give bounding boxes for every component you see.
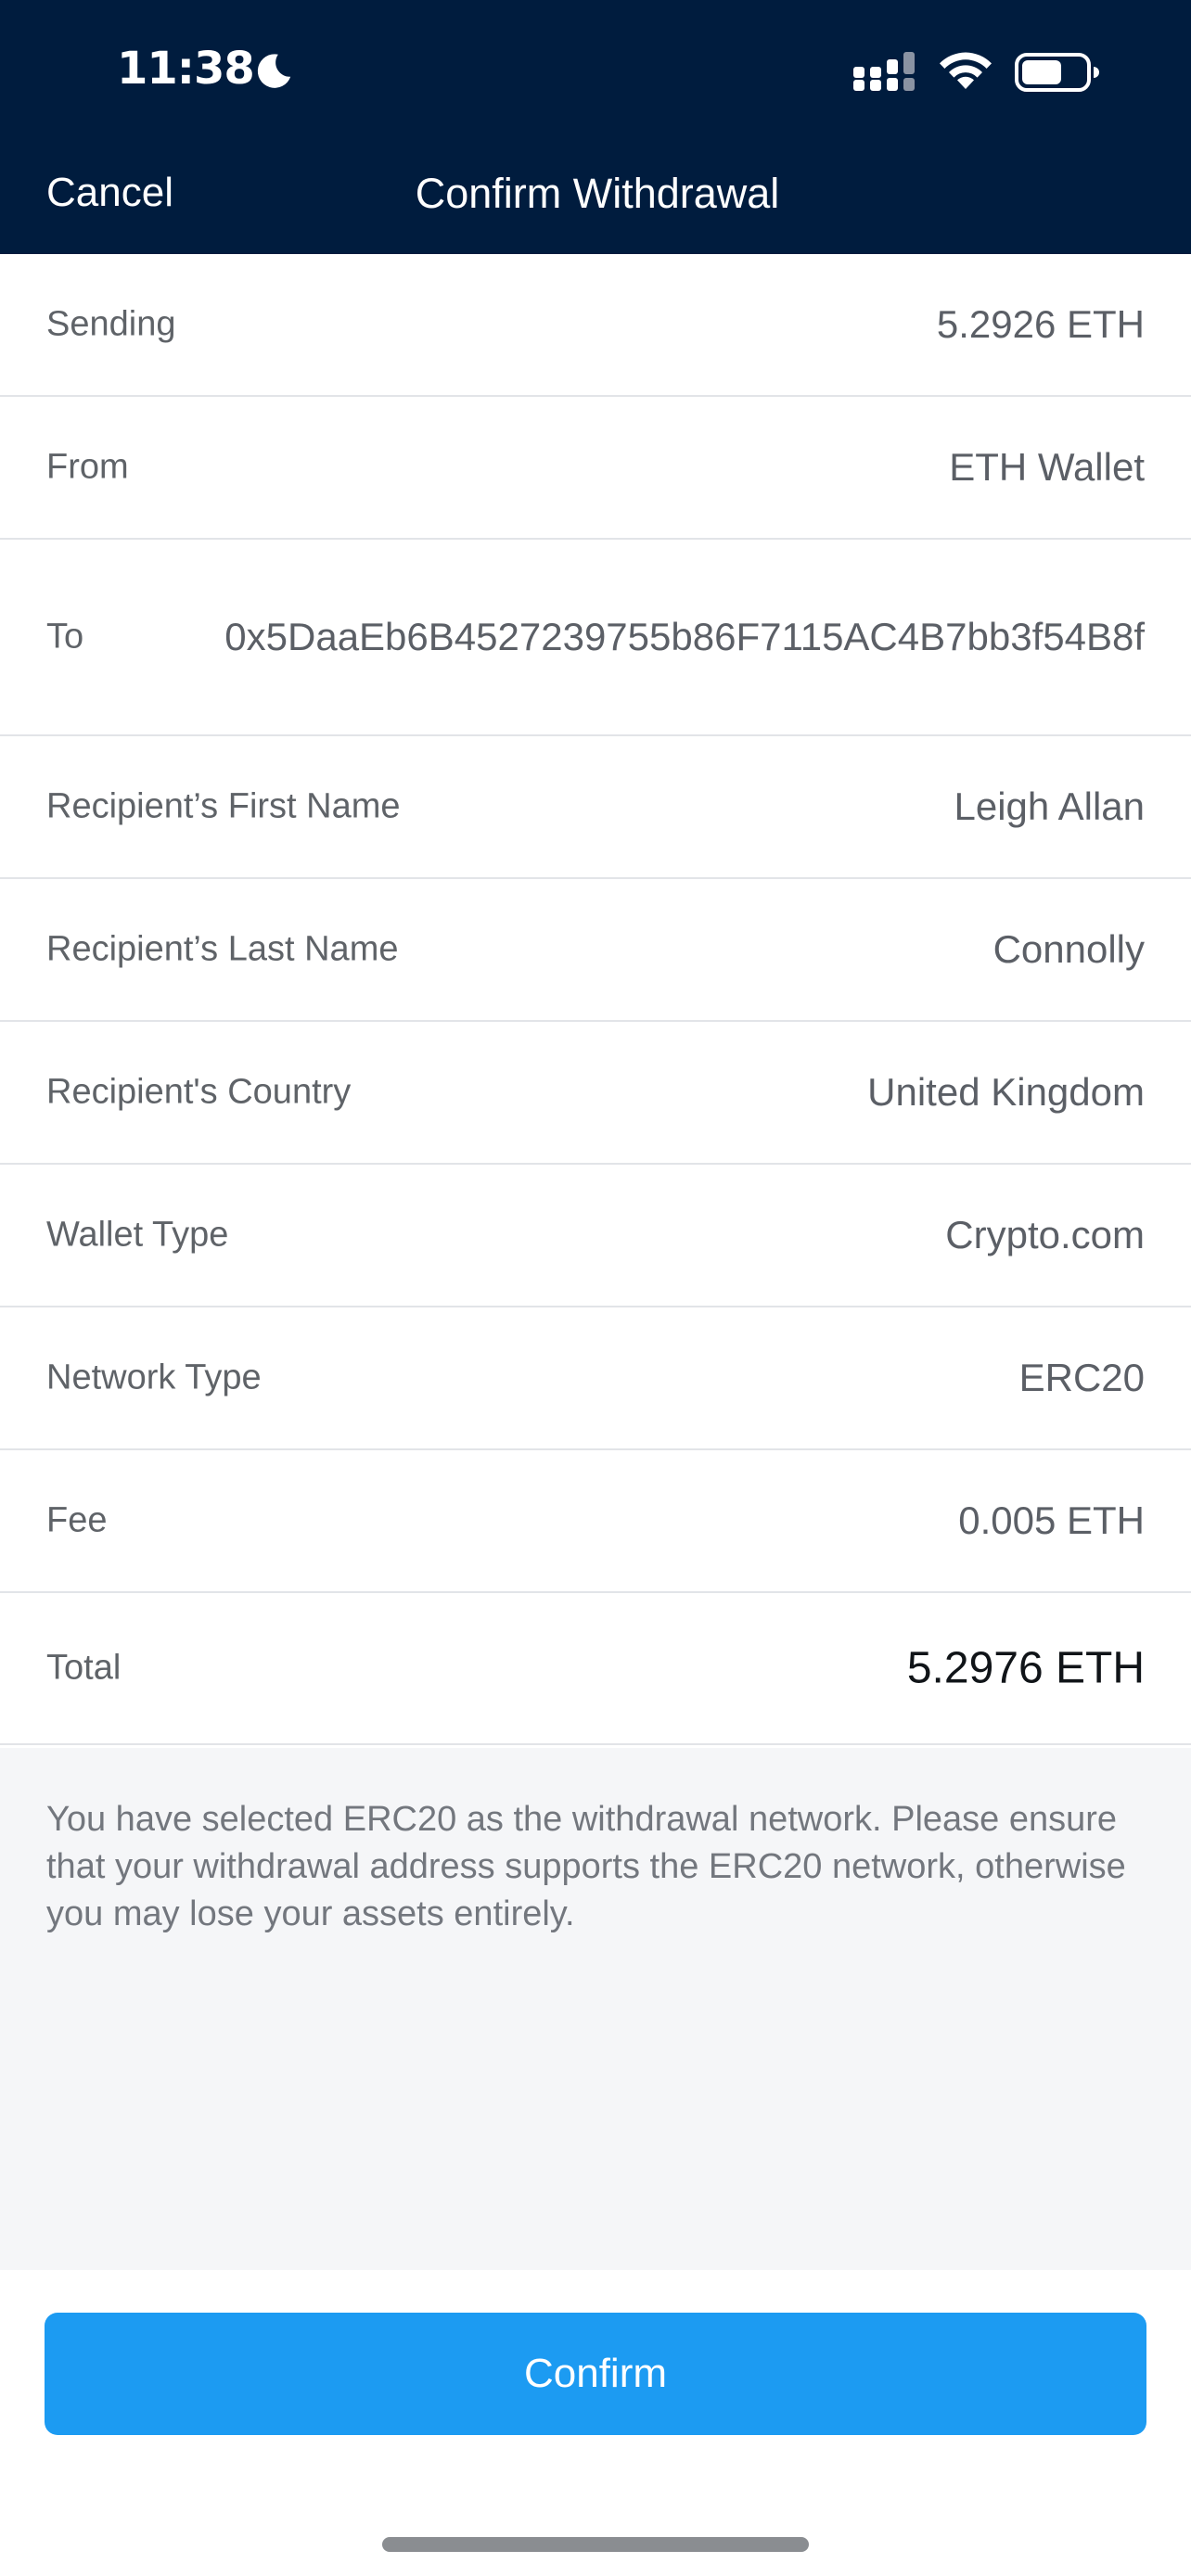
withdrawal-details: Sending 5.2926 ETH From ETH Wallet To 0x… xyxy=(0,254,1191,1745)
detail-row-total: Total 5.2976 ETH xyxy=(0,1593,1191,1745)
detail-row-first-name: Recipient’s First Name Leigh Allan xyxy=(0,736,1191,879)
network-warning-panel: You have selected ERC20 as the withdrawa… xyxy=(0,1748,1191,2270)
row-value: 5.2926 ETH xyxy=(936,302,1145,346)
total-value: 5.2976 ETH xyxy=(906,1643,1145,1693)
row-value: ERC20 xyxy=(1018,1356,1145,1399)
row-value: United Kingdom xyxy=(867,1070,1145,1114)
row-label: Recipient’s Last Name xyxy=(46,929,399,969)
detail-row-network-type: Network Type ERC20 xyxy=(0,1307,1191,1450)
status-time: 11:38 xyxy=(117,43,255,95)
detail-row-country: Recipient's Country United Kingdom xyxy=(0,1022,1191,1165)
detail-row-fee: Fee 0.005 ETH xyxy=(0,1450,1191,1593)
network-warning-text: You have selected ERC20 as the withdrawa… xyxy=(46,1800,1126,1933)
confirm-button[interactable]: Confirm xyxy=(45,2313,1146,2435)
row-label: Total xyxy=(46,1648,122,1688)
row-label: Recipient's Country xyxy=(46,1072,352,1112)
row-label: Fee xyxy=(46,1500,108,1540)
page-title-text: Confirm Withdrawal xyxy=(415,170,780,217)
home-indicator[interactable] xyxy=(382,2537,809,2552)
moon-icon xyxy=(257,54,291,88)
row-label: Network Type xyxy=(46,1358,262,1397)
status-bar: 11:38 xyxy=(0,0,1191,144)
row-value: Connolly xyxy=(992,927,1145,971)
wifi-icon xyxy=(940,52,992,89)
row-value: Leigh Allan xyxy=(954,784,1145,828)
row-label: To xyxy=(46,617,84,657)
detail-row-sending: Sending 5.2926 ETH xyxy=(0,254,1191,397)
row-label: From xyxy=(46,447,129,487)
row-value: 0.005 ETH xyxy=(958,1498,1145,1542)
row-label: Recipient’s First Name xyxy=(46,786,401,826)
signal-icon xyxy=(853,52,915,91)
row-label: Wallet Type xyxy=(46,1215,229,1255)
detail-row-last-name: Recipient’s Last Name Connolly xyxy=(0,879,1191,1022)
nav-bar: Cancel Confirm Withdrawal xyxy=(0,144,1191,254)
battery-icon xyxy=(1015,53,1099,92)
row-value: ETH Wallet xyxy=(949,445,1145,489)
detail-row-to: To 0x5DaaEb6B4527239755b86F7115AC4B7bb3f… xyxy=(0,540,1191,736)
row-value: Crypto.com xyxy=(945,1213,1145,1256)
row-label: Sending xyxy=(46,304,176,344)
detail-row-from: From ETH Wallet xyxy=(0,397,1191,540)
page-title: Confirm Withdrawal xyxy=(0,170,1191,218)
address-value: 0x5DaaEb6B4527239755b86F7115AC4B7bb3f54B… xyxy=(224,615,1145,658)
detail-row-wallet-type: Wallet Type Crypto.com xyxy=(0,1165,1191,1307)
